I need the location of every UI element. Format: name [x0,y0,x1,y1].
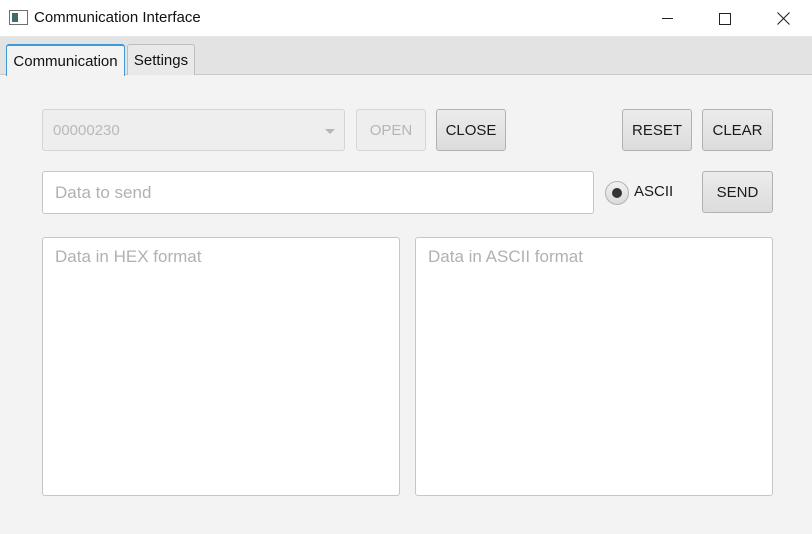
hex-output-area[interactable]: Data in HEX format [42,237,400,496]
tab-settings[interactable]: Settings [127,44,195,75]
close-window-button[interactable] [754,0,812,37]
open-button[interactable]: OPEN [356,109,426,151]
maximize-icon [719,12,731,25]
close-button[interactable]: CLOSE [436,109,506,151]
minimize-icon [661,18,673,19]
port-select[interactable]: 00000230 [42,109,345,151]
title-bar: Communication Interface [0,0,812,37]
reset-button[interactable]: RESET [622,109,692,151]
main-window: Communication Interface Communication Se… [0,0,812,534]
minimize-button[interactable] [638,0,696,37]
ascii-radio[interactable] [605,181,629,205]
tab-communication[interactable]: Communication [6,44,125,76]
window-title: Communication Interface [34,9,201,26]
ascii-output-placeholder: Data in ASCII format [428,247,583,266]
close-icon [776,12,790,25]
hex-output-placeholder: Data in HEX format [55,247,202,266]
radio-selected-dot [612,188,622,198]
send-data-placeholder: Data to send [55,183,152,202]
send-button[interactable]: SEND [702,171,773,213]
tab-strip: Communication Settings [0,37,812,76]
send-data-input[interactable]: Data to send [42,171,594,214]
ascii-radio-label[interactable]: ASCII [634,183,673,200]
app-icon [9,10,28,25]
chevron-down-icon [325,129,335,134]
ascii-output-area[interactable]: Data in ASCII format [415,237,773,496]
maximize-button[interactable] [696,0,754,37]
clear-button[interactable]: CLEAR [702,109,773,151]
port-select-value: 00000230 [53,122,120,139]
